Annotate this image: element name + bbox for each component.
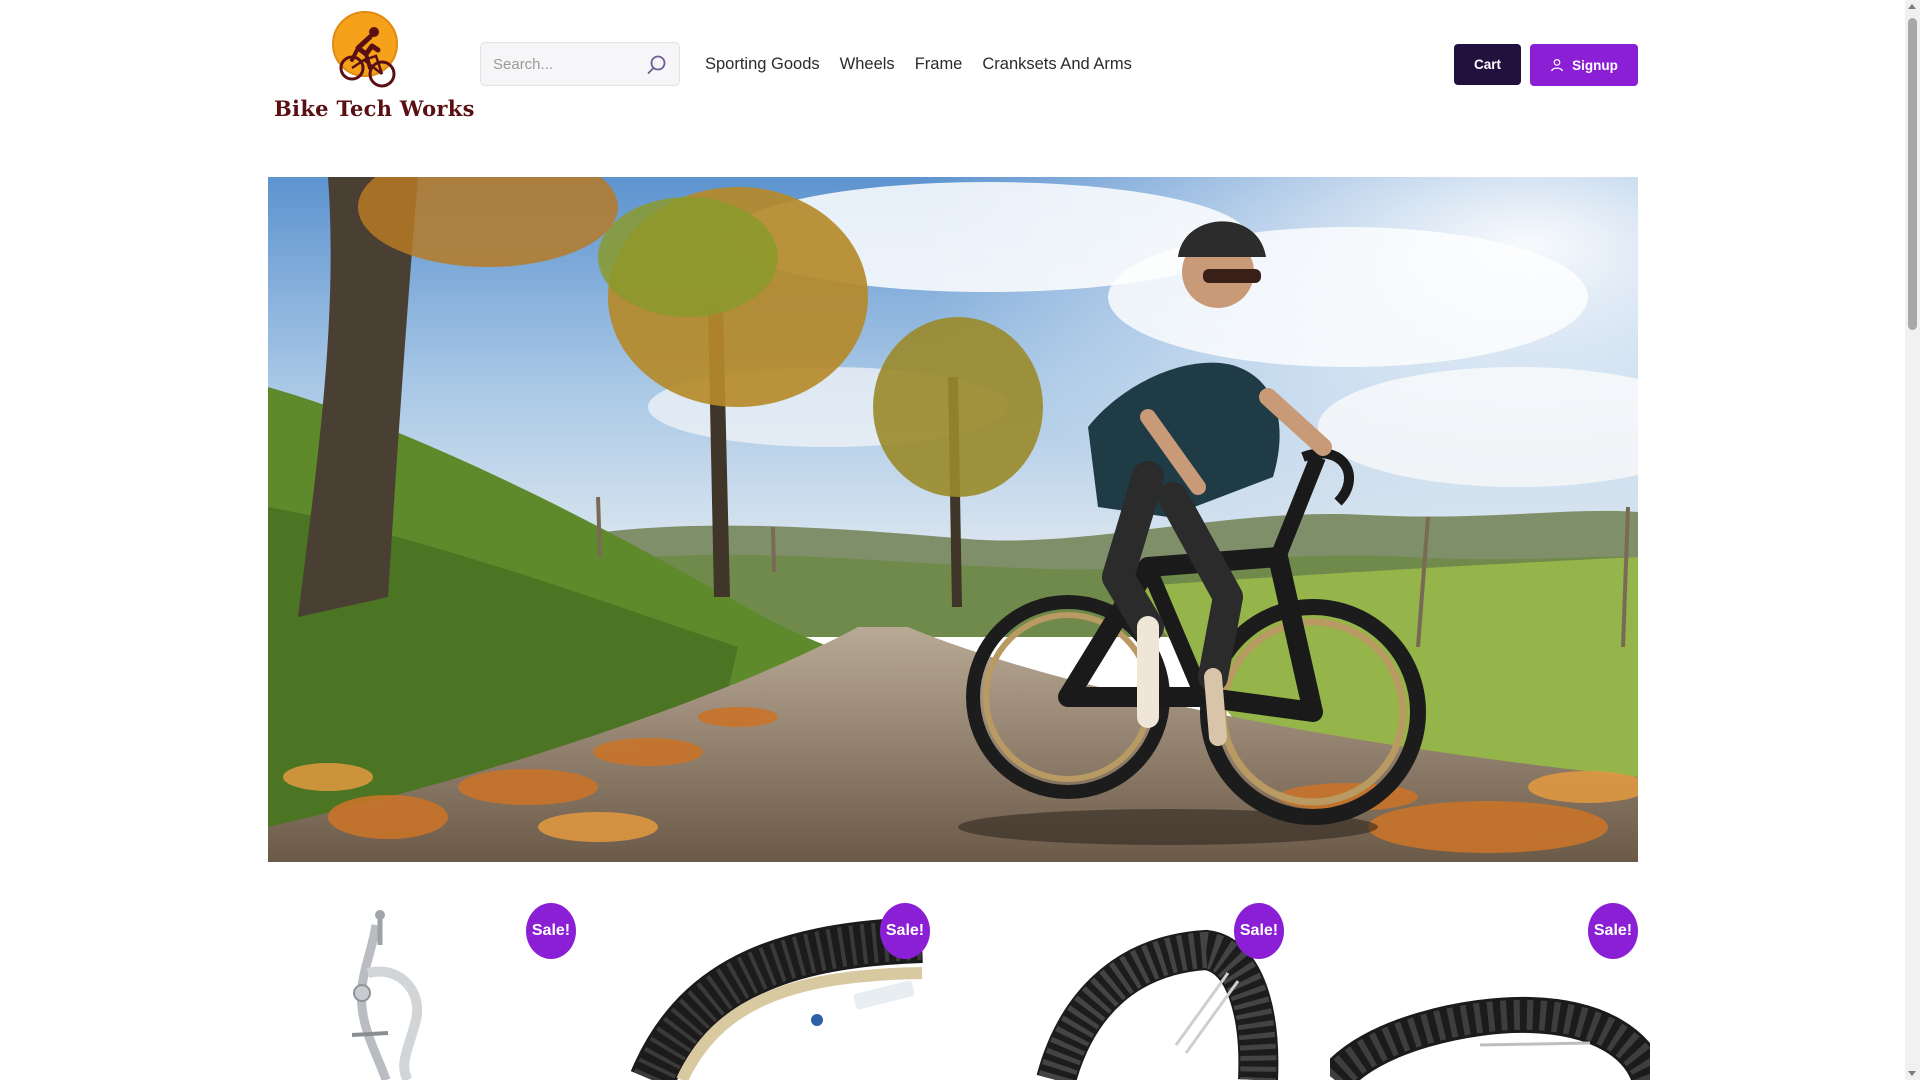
- signup-button[interactable]: Signup: [1530, 44, 1638, 86]
- search-icon: [647, 55, 666, 74]
- sale-badge: Sale!: [526, 903, 576, 959]
- sale-badge: Sale!: [1588, 903, 1638, 959]
- user-icon: [1551, 58, 1563, 72]
- hero-cyclist-image: [268, 177, 1638, 862]
- sale-badge: Sale!: [1234, 903, 1284, 959]
- signup-label: Signup: [1572, 57, 1618, 73]
- cyclist-emblem-icon: [332, 11, 398, 88]
- nav-item-cranksets-and-arms[interactable]: Cranksets And Arms: [982, 52, 1131, 76]
- search-box: [480, 42, 680, 86]
- sale-badge: Sale!: [880, 903, 930, 959]
- product-card[interactable]: Sale!: [976, 895, 1296, 1080]
- nav-item-frame[interactable]: Frame: [915, 52, 963, 76]
- scroll-down-arrow-icon[interactable]: [1908, 1071, 1916, 1076]
- product-card[interactable]: Sale!: [622, 895, 942, 1080]
- cart-button[interactable]: Cart: [1454, 44, 1521, 85]
- brand-logo[interactable]: Bike Tech Works: [272, 8, 475, 123]
- product-card[interactable]: Sale!: [268, 895, 588, 1080]
- hero-banner: [268, 177, 1638, 862]
- scroll-thumb[interactable]: [1908, 18, 1917, 330]
- nav-item-sporting-goods[interactable]: Sporting Goods: [705, 52, 820, 76]
- scroll-up-arrow-icon[interactable]: [1908, 4, 1916, 9]
- search-input[interactable]: [481, 43, 641, 85]
- main-nav: Sporting Goods Wheels Frame Cranksets An…: [705, 52, 1152, 76]
- site-header: Bike Tech Works Sporting Goods Wheels Fr…: [0, 0, 1905, 150]
- brand-name: Bike Tech Works: [274, 96, 475, 121]
- search-button[interactable]: [643, 51, 671, 79]
- product-card[interactable]: Sale!: [1330, 895, 1650, 1080]
- page-scrollbar[interactable]: [1905, 0, 1920, 1080]
- nav-item-wheels[interactable]: Wheels: [840, 52, 895, 76]
- product-grid: Sale! Sale! Sale! Sale!: [268, 895, 1650, 1080]
